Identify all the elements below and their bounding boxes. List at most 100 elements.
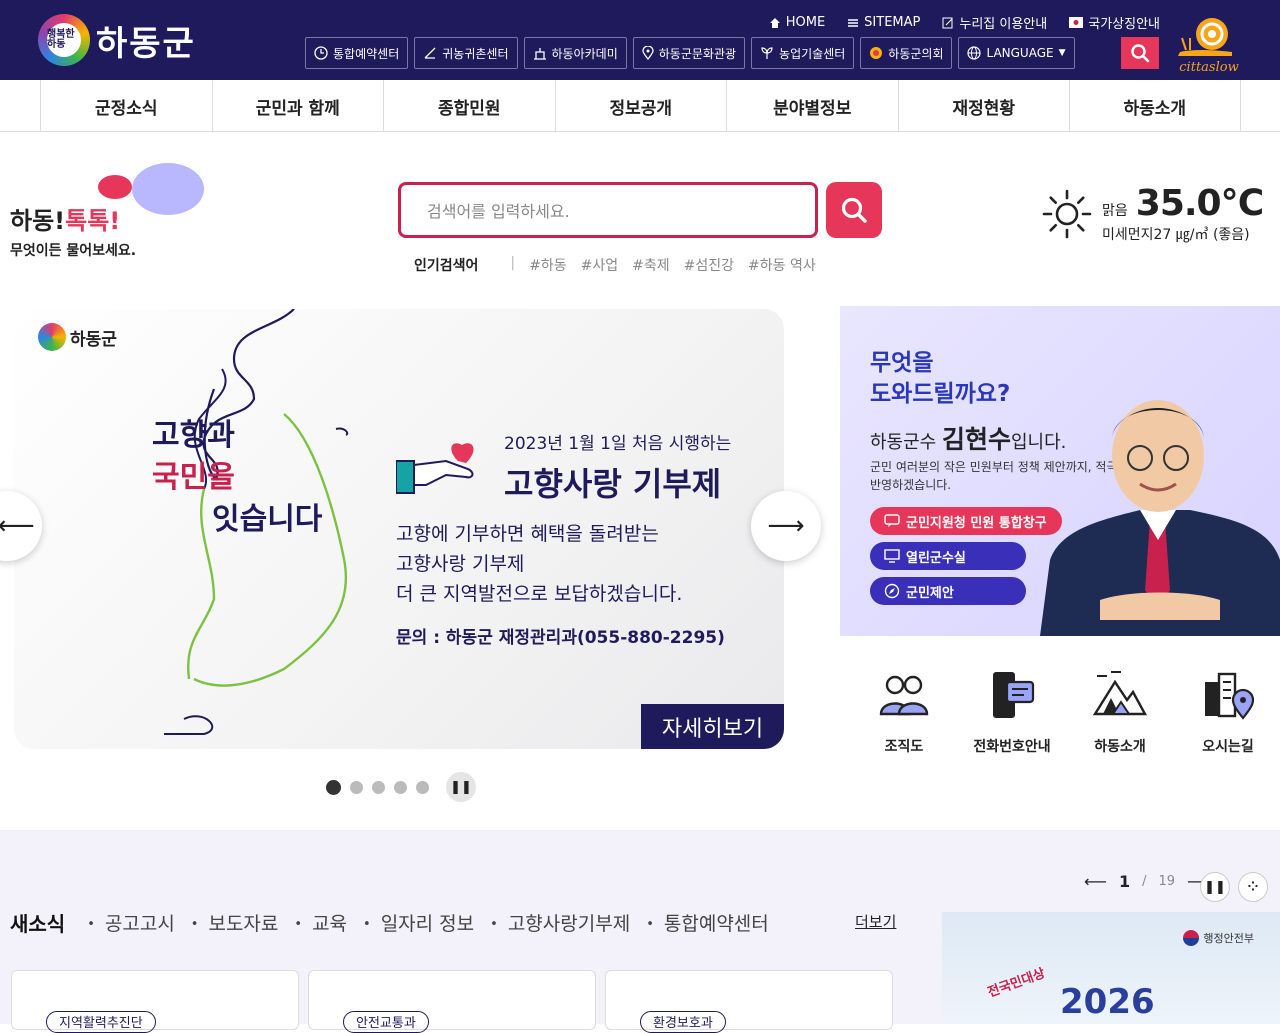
home-link[interactable]: HOME — [769, 13, 825, 32]
mayor-portrait — [1040, 400, 1280, 636]
pager-prev-button[interactable]: ⟵ — [1084, 872, 1107, 891]
tab-hometown-donation[interactable]: 고향사랑기부제 — [490, 909, 630, 936]
edit-icon — [942, 17, 953, 28]
news-card[interactable]: 안전교통과 — [308, 970, 596, 1033]
pager-total: 19 — [1158, 874, 1176, 889]
cittaslow-logo[interactable]: cittaslow — [1172, 14, 1246, 75]
keyword-link[interactable]: #사업 — [581, 255, 619, 275]
keyword-link[interactable]: #하동 — [529, 255, 567, 275]
mountain-icon — [1093, 671, 1147, 716]
pager-current: 1 — [1118, 872, 1131, 891]
tab-press-releases[interactable]: 보도자료 — [191, 909, 278, 936]
weather-status: 맑음 — [1102, 203, 1128, 219]
banner-title: 고향사랑 기부제 — [504, 465, 722, 503]
speech-bubble-icon — [132, 163, 204, 215]
banner-more-button[interactable]: 자세히보기 — [641, 704, 784, 749]
gnb-item-about-hadong[interactable]: 하동소개 — [1069, 80, 1241, 132]
talk-title: 하동!톡톡! — [10, 207, 121, 235]
logo-emblem: 행복한 하동 — [38, 14, 90, 66]
slide-dot-4[interactable] — [394, 780, 407, 794]
logo-emblem-icon — [38, 323, 66, 351]
gnb-item-finance[interactable]: 재정현황 — [897, 80, 1070, 132]
heart-hand-icon — [396, 443, 474, 494]
open-mayor-office-button[interactable]: 열린군수실 — [870, 542, 1026, 570]
phone-directory-link[interactable]: 전화번호안내 — [958, 668, 1066, 756]
building-icon — [533, 48, 546, 60]
search-icon — [841, 197, 867, 223]
keyword-link[interactable]: #축제 — [632, 255, 670, 275]
banner-description: 고향에 기부하면 혜택을 돌려받는 고향사랑 기부제 더 큰 지역발전으로 보답… — [396, 523, 683, 605]
reservation-center-button[interactable]: 통합예약센터 — [305, 37, 409, 69]
slide-dot-2[interactable] — [350, 780, 363, 794]
phone-icon — [993, 672, 1035, 718]
gnb-item-field-info[interactable]: 분야별정보 — [726, 80, 898, 132]
department-tag: 지역활력추진단 — [46, 1011, 156, 1033]
department-tag: 환경보호과 — [640, 1011, 726, 1033]
globe-icon — [967, 46, 982, 60]
header-search-button[interactable] — [1121, 37, 1159, 69]
tab-announcements[interactable]: 공고고시 — [87, 909, 175, 936]
gnb-item-civil-service[interactable]: 종합민원 — [383, 80, 555, 132]
award-year: 2026 — [1060, 982, 1155, 1022]
sitemap-link[interactable]: SITEMAP — [847, 13, 920, 32]
keyword-link[interactable]: #하동 역사 — [748, 255, 816, 275]
tab-new-news[interactable]: 새소식 — [10, 908, 65, 937]
flag-icon — [1069, 17, 1084, 28]
culture-tourism-button[interactable]: 하동군문화관광 — [632, 37, 746, 69]
banner-subtitle: 2023년 1월 1일 처음 시행하는 — [504, 434, 732, 454]
pen-icon — [424, 47, 436, 59]
pause-icon: ❚❚ — [1204, 879, 1226, 895]
popup-grid-button[interactable]: ⁘ — [1238, 872, 1268, 902]
main-banner-slide[interactable]: 하동군 고향과 국민을 잇습니다 2023년 1월 1일 처음 시행하는 고향사… — [14, 309, 784, 749]
keyword-link[interactable]: #섬진강 — [684, 255, 734, 275]
main-search-button[interactable] — [826, 182, 882, 238]
popup-pause-button[interactable]: ❚❚ — [1200, 872, 1230, 902]
resident-proposal-button[interactable]: 군민제안 — [870, 577, 1026, 605]
popup-zone-pager: ⟵ 1 / 19 ⟶ — [1084, 872, 1210, 891]
tab-reservation-center[interactable]: 통합예약센터 — [646, 909, 769, 936]
about-hadong-link[interactable]: 하동소개 — [1066, 668, 1174, 756]
talk-talk-chatbot[interactable]: 하동!톡톡! 무엇이든 물어보세요. — [10, 163, 204, 260]
academy-button[interactable]: 하동아카데미 — [523, 37, 627, 69]
gnb-item-county-news[interactable]: 군정소식 — [40, 80, 212, 132]
quick-icon-links: 조직도 전화번호안내 하동소개 오시는길 — [850, 668, 1280, 756]
org-chart-link[interactable]: 조직도 — [850, 668, 958, 756]
news-card[interactable]: 지역활력추진단 — [11, 970, 299, 1033]
tab-education[interactable]: 교육 — [294, 909, 347, 936]
main-search-input[interactable]: 검색어를 입력하세요. — [398, 182, 818, 238]
civil-complaint-window-button[interactable]: 군민지원청 민원 통합창구 — [870, 507, 1062, 535]
award-popup-banner[interactable]: 행정안전부 전국민대상 2026 — [942, 912, 1280, 1024]
return-farm-center-button[interactable]: 귀농귀촌센터 — [414, 37, 518, 69]
news-card[interactable]: 환경보호과 — [605, 970, 893, 1033]
agri-tech-center-button[interactable]: 농업기술센터 — [751, 37, 855, 69]
gnb-item-with-residents[interactable]: 군민과 함께 — [211, 80, 384, 132]
council-emblem-icon — [870, 47, 883, 59]
snail-icon — [1178, 18, 1232, 56]
ministry-label: 행정안전부 — [1183, 930, 1254, 946]
news-tabs: 새소식 공고고시 보도자료 교육 일자리 정보 고향사랑기부제 통합예약센터 — [10, 908, 769, 937]
slide-dot-5[interactable] — [416, 780, 429, 794]
news-more-link[interactable]: 더보기 — [855, 911, 896, 932]
building-location-icon — [1205, 672, 1255, 720]
county-council-button[interactable]: 하동군의회 — [860, 37, 953, 69]
site-guide-link[interactable]: 누리집 이용안내 — [942, 13, 1047, 32]
slide-dot-3[interactable] — [372, 780, 385, 794]
quick-link-bar: 통합예약센터 귀농귀촌센터 하동아카데미 하동군문화관광 농업기술센터 하동군의… — [305, 37, 1075, 69]
language-dropdown[interactable]: LANGUAGE ▼ — [958, 37, 1075, 69]
directions-link[interactable]: 오시는길 — [1174, 668, 1280, 756]
chat-bubble-icon — [98, 175, 132, 199]
taegeuk-icon — [1183, 930, 1200, 946]
banner-next-button[interactable]: ⟶ — [751, 491, 821, 561]
monitor-icon — [884, 549, 900, 563]
location-pin-icon — [642, 46, 654, 60]
gnb-item-info-disclosure[interactable]: 정보공개 — [554, 80, 727, 132]
utility-links: HOME SITEMAP 누리집 이용안내 국가상징안내 — [769, 13, 1160, 32]
logo-badge-text: 행복한 하동 — [47, 23, 81, 57]
site-logo[interactable]: 행복한 하동 하동군 — [38, 14, 196, 66]
tab-jobs[interactable]: 일자리 정보 — [363, 909, 474, 936]
national-symbol-link[interactable]: 국가상징안내 — [1069, 13, 1160, 32]
slide-dot-1[interactable] — [326, 779, 341, 795]
chevron-down-icon: ▼ — [1058, 48, 1066, 58]
chat-icon — [884, 514, 900, 527]
banner-pause-button[interactable]: ❚❚ — [446, 772, 476, 802]
